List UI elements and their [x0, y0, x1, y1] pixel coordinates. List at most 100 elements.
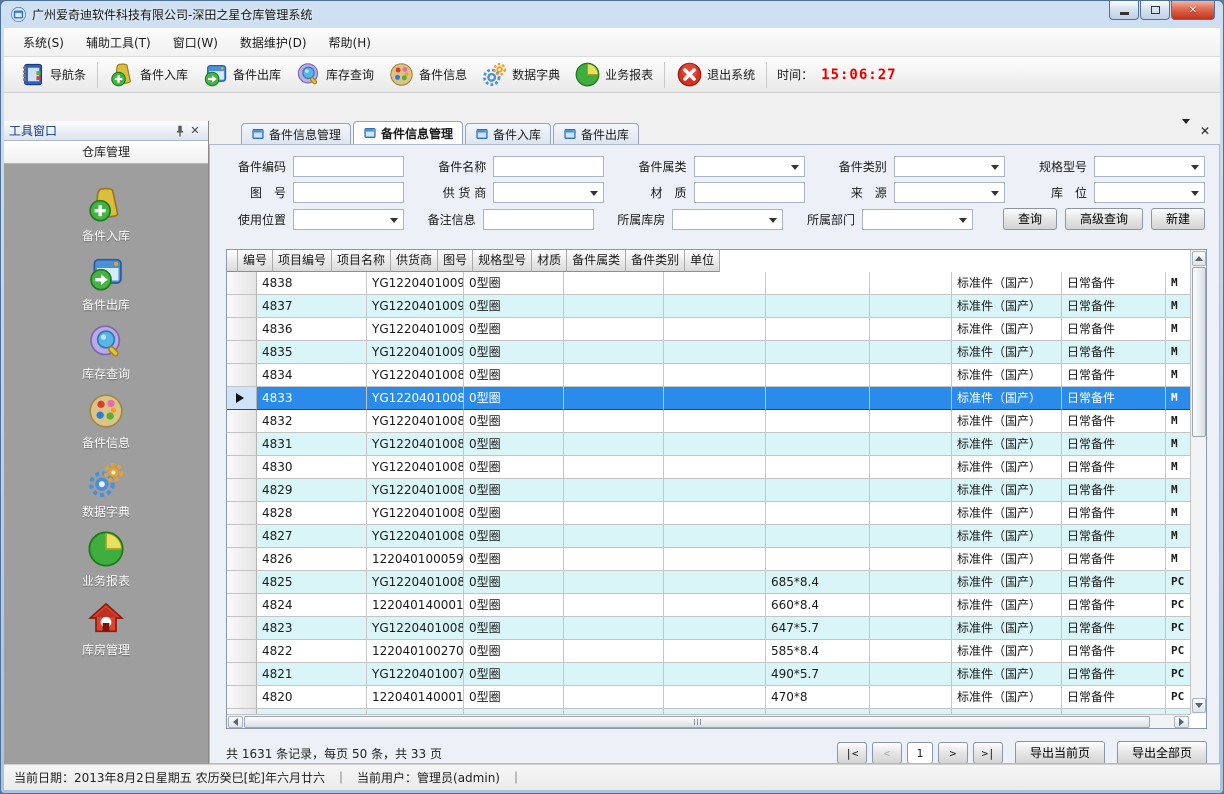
search-action-button[interactable]: 新建 — [1151, 208, 1205, 230]
column-header[interactable]: 材质 — [532, 250, 567, 272]
column-header[interactable]: 图号 — [438, 250, 473, 272]
row-selector-cell[interactable] — [227, 272, 257, 295]
field-control[interactable] — [493, 156, 604, 177]
document-tab[interactable]: 备件出库 — [553, 123, 639, 144]
toolbar-button[interactable]: 退出系统 — [669, 59, 762, 90]
table-row[interactable]: 4825 YG12204010081 0型圈 685*8.4 标准件（国产） 日… — [227, 571, 1190, 594]
row-selector-cell[interactable] — [227, 663, 257, 686]
toolbar-button[interactable]: 备件出库 — [195, 59, 288, 90]
minimize-button[interactable] — [1109, 1, 1139, 20]
export-all-pages-button[interactable]: 导出全部页 — [1117, 741, 1207, 764]
toolbar-button[interactable]: 备件入库 — [102, 59, 195, 90]
dropdown-来 源[interactable] — [894, 182, 1005, 203]
menu-item[interactable]: 数据维护(D) — [229, 29, 318, 56]
table-row[interactable]: 4834 YG12204010089 0型圈 标准件（国产） 日常备件 — [227, 364, 1190, 387]
toolbar-button[interactable]: 数据字典 — [474, 59, 567, 90]
horizontal-scroll-thumb[interactable] — [244, 716, 1150, 728]
dropdown-使用位置[interactable] — [293, 209, 404, 230]
toolbar-button[interactable]: 备件信息 — [381, 59, 474, 90]
page-nav-button[interactable]: 1 — [907, 742, 933, 764]
toolbar-button[interactable]: 导航条 — [12, 59, 93, 90]
table-row[interactable]: 4820 1220401400013 0型圈 470*8 标准件（国产） 日常备… — [227, 686, 1190, 709]
column-header[interactable]: 规格型号 — [473, 250, 532, 272]
dropdown-库 位[interactable] — [1094, 182, 1205, 203]
table-row[interactable]: 4828 YG12204010083 0型圈 标准件（国产） 日常备件 — [227, 502, 1190, 525]
row-selector-cell[interactable] — [227, 525, 257, 548]
row-selector-cell[interactable] — [227, 640, 257, 663]
menu-item[interactable]: 帮助(H) — [318, 29, 382, 56]
table-row[interactable]: 4827 YG12204010082 0型圈 标准件（国产） 日常备件 — [227, 525, 1190, 548]
table-row[interactable]: 4836 YG12204010091 0型圈 标准件（国产） 日常备件 — [227, 318, 1190, 341]
column-header[interactable]: 项目编号 — [273, 250, 332, 272]
table-row[interactable]: 4824 1220401400012 0型圈 660*8.4 标准件（国产） 日… — [227, 594, 1190, 617]
table-row[interactable]: 4829 YG12204010084 0型圈 标准件（国产） 日常备件 — [227, 479, 1190, 502]
row-selector-cell[interactable] — [227, 295, 257, 318]
table-row[interactable]: 4838 YG12204010093 0型圈 标准件（国产） 日常备件 — [227, 272, 1190, 295]
export-current-page-button[interactable]: 导出当前页 — [1015, 741, 1105, 764]
sidebar-item[interactable]: 库存查询 — [4, 322, 208, 391]
column-header[interactable]: 供货商 — [391, 250, 438, 272]
dropdown-备件类别[interactable] — [894, 156, 1005, 177]
dropdown-供 货 商[interactable] — [493, 182, 604, 203]
sidebar-item[interactable]: 数据字典 — [4, 460, 208, 529]
column-header[interactable]: 项目名称 — [332, 250, 391, 272]
pin-icon[interactable] — [173, 124, 187, 138]
sidebar-item[interactable]: 备件入库 — [4, 184, 208, 253]
menu-item[interactable]: 窗口(W) — [162, 29, 229, 56]
row-selector-cell[interactable] — [227, 433, 257, 456]
table-row[interactable]: 4835 YG12204010090 0型圈 标准件（国产） 日常备件 — [227, 341, 1190, 364]
table-row[interactable]: 4823 YG12204010080 0型圈 647*5.7 标准件（国产） 日… — [227, 617, 1190, 640]
horizontal-scrollbar[interactable] — [227, 714, 1190, 728]
tab-close-button[interactable]: ✕ — [1200, 125, 1210, 137]
row-selector-cell[interactable] — [227, 318, 257, 341]
row-selector-cell[interactable] — [227, 479, 257, 502]
vertical-scroll-thumb[interactable] — [1192, 267, 1206, 437]
sidebar-item[interactable]: 备件信息 — [4, 391, 208, 460]
vertical-scrollbar[interactable] — [1190, 250, 1206, 714]
column-header[interactable]: 单位 — [685, 250, 720, 272]
table-row[interactable]: 4830 YG12204010085 0型圈 标准件（国产） 日常备件 — [227, 456, 1190, 479]
document-tab[interactable]: 备件信息管理 — [353, 121, 463, 144]
row-selector-cell[interactable] — [227, 341, 257, 364]
row-selector-cell[interactable] — [227, 548, 257, 571]
sidebar-item[interactable]: 备件出库 — [4, 253, 208, 322]
row-selector-cell[interactable] — [227, 502, 257, 525]
dropdown-所属部门[interactable] — [862, 209, 973, 230]
row-selector-cell[interactable] — [227, 686, 257, 709]
row-selector-cell[interactable] — [227, 456, 257, 479]
field-control[interactable] — [483, 209, 594, 230]
page-nav-button[interactable]: > — [938, 742, 968, 764]
row-selector-cell[interactable] — [227, 410, 257, 433]
search-action-button[interactable]: 高级查询 — [1065, 208, 1143, 230]
sidebar-group-warehouse[interactable]: 仓库管理 — [4, 141, 208, 164]
close-button[interactable]: ✕ — [1171, 1, 1215, 20]
toolbar-button[interactable]: 业务报表 — [567, 59, 660, 90]
dropdown-备件属类[interactable] — [694, 156, 805, 177]
field-control[interactable] — [293, 156, 404, 177]
search-action-button[interactable]: 查询 — [1003, 208, 1057, 230]
field-control[interactable] — [694, 182, 805, 203]
column-header[interactable]: 编号 — [238, 250, 273, 272]
sidebar-item[interactable]: 业务报表 — [4, 529, 208, 598]
scroll-down-button[interactable] — [1192, 698, 1206, 713]
scroll-left-button[interactable] — [228, 716, 243, 728]
column-header[interactable]: 备件类别 — [626, 250, 685, 272]
dropdown-规格型号[interactable] — [1094, 156, 1205, 177]
table-row[interactable]: 4821 YG12204010079 0型圈 490*5.7 标准件（国产） 日… — [227, 663, 1190, 686]
toolbar-button[interactable]: 库存查询 — [288, 59, 381, 90]
table-row[interactable]: 4833 YG12204010088 0型圈 标准件（国产） 日常备件 — [227, 387, 1190, 410]
page-nav-button[interactable]: |< — [837, 742, 867, 764]
table-row[interactable]: 4822 1220401002700 0型圈 585*8.4 标准件（国产） 日… — [227, 640, 1190, 663]
row-selector-cell[interactable] — [227, 571, 257, 594]
dropdown-所属库房[interactable] — [672, 209, 783, 230]
table-row[interactable]: 4837 YG12204010092 0型圈 标准件（国产） 日常备件 — [227, 295, 1190, 318]
scroll-up-button[interactable] — [1192, 251, 1206, 266]
field-control[interactable] — [293, 182, 404, 203]
row-selector-cell[interactable] — [227, 387, 257, 410]
table-row[interactable]: 4826 1220401000599 0型圈 标准件（国产） 日常备件 — [227, 548, 1190, 571]
table-row[interactable]: 4832 YG12204010087 0型圈 标准件（国产） 日常备件 — [227, 410, 1190, 433]
menu-item[interactable]: 辅助工具(T) — [75, 29, 162, 56]
page-nav-button[interactable]: >| — [973, 742, 1003, 764]
menu-item[interactable]: 系统(S) — [12, 29, 75, 56]
maximize-button[interactable] — [1140, 1, 1170, 20]
